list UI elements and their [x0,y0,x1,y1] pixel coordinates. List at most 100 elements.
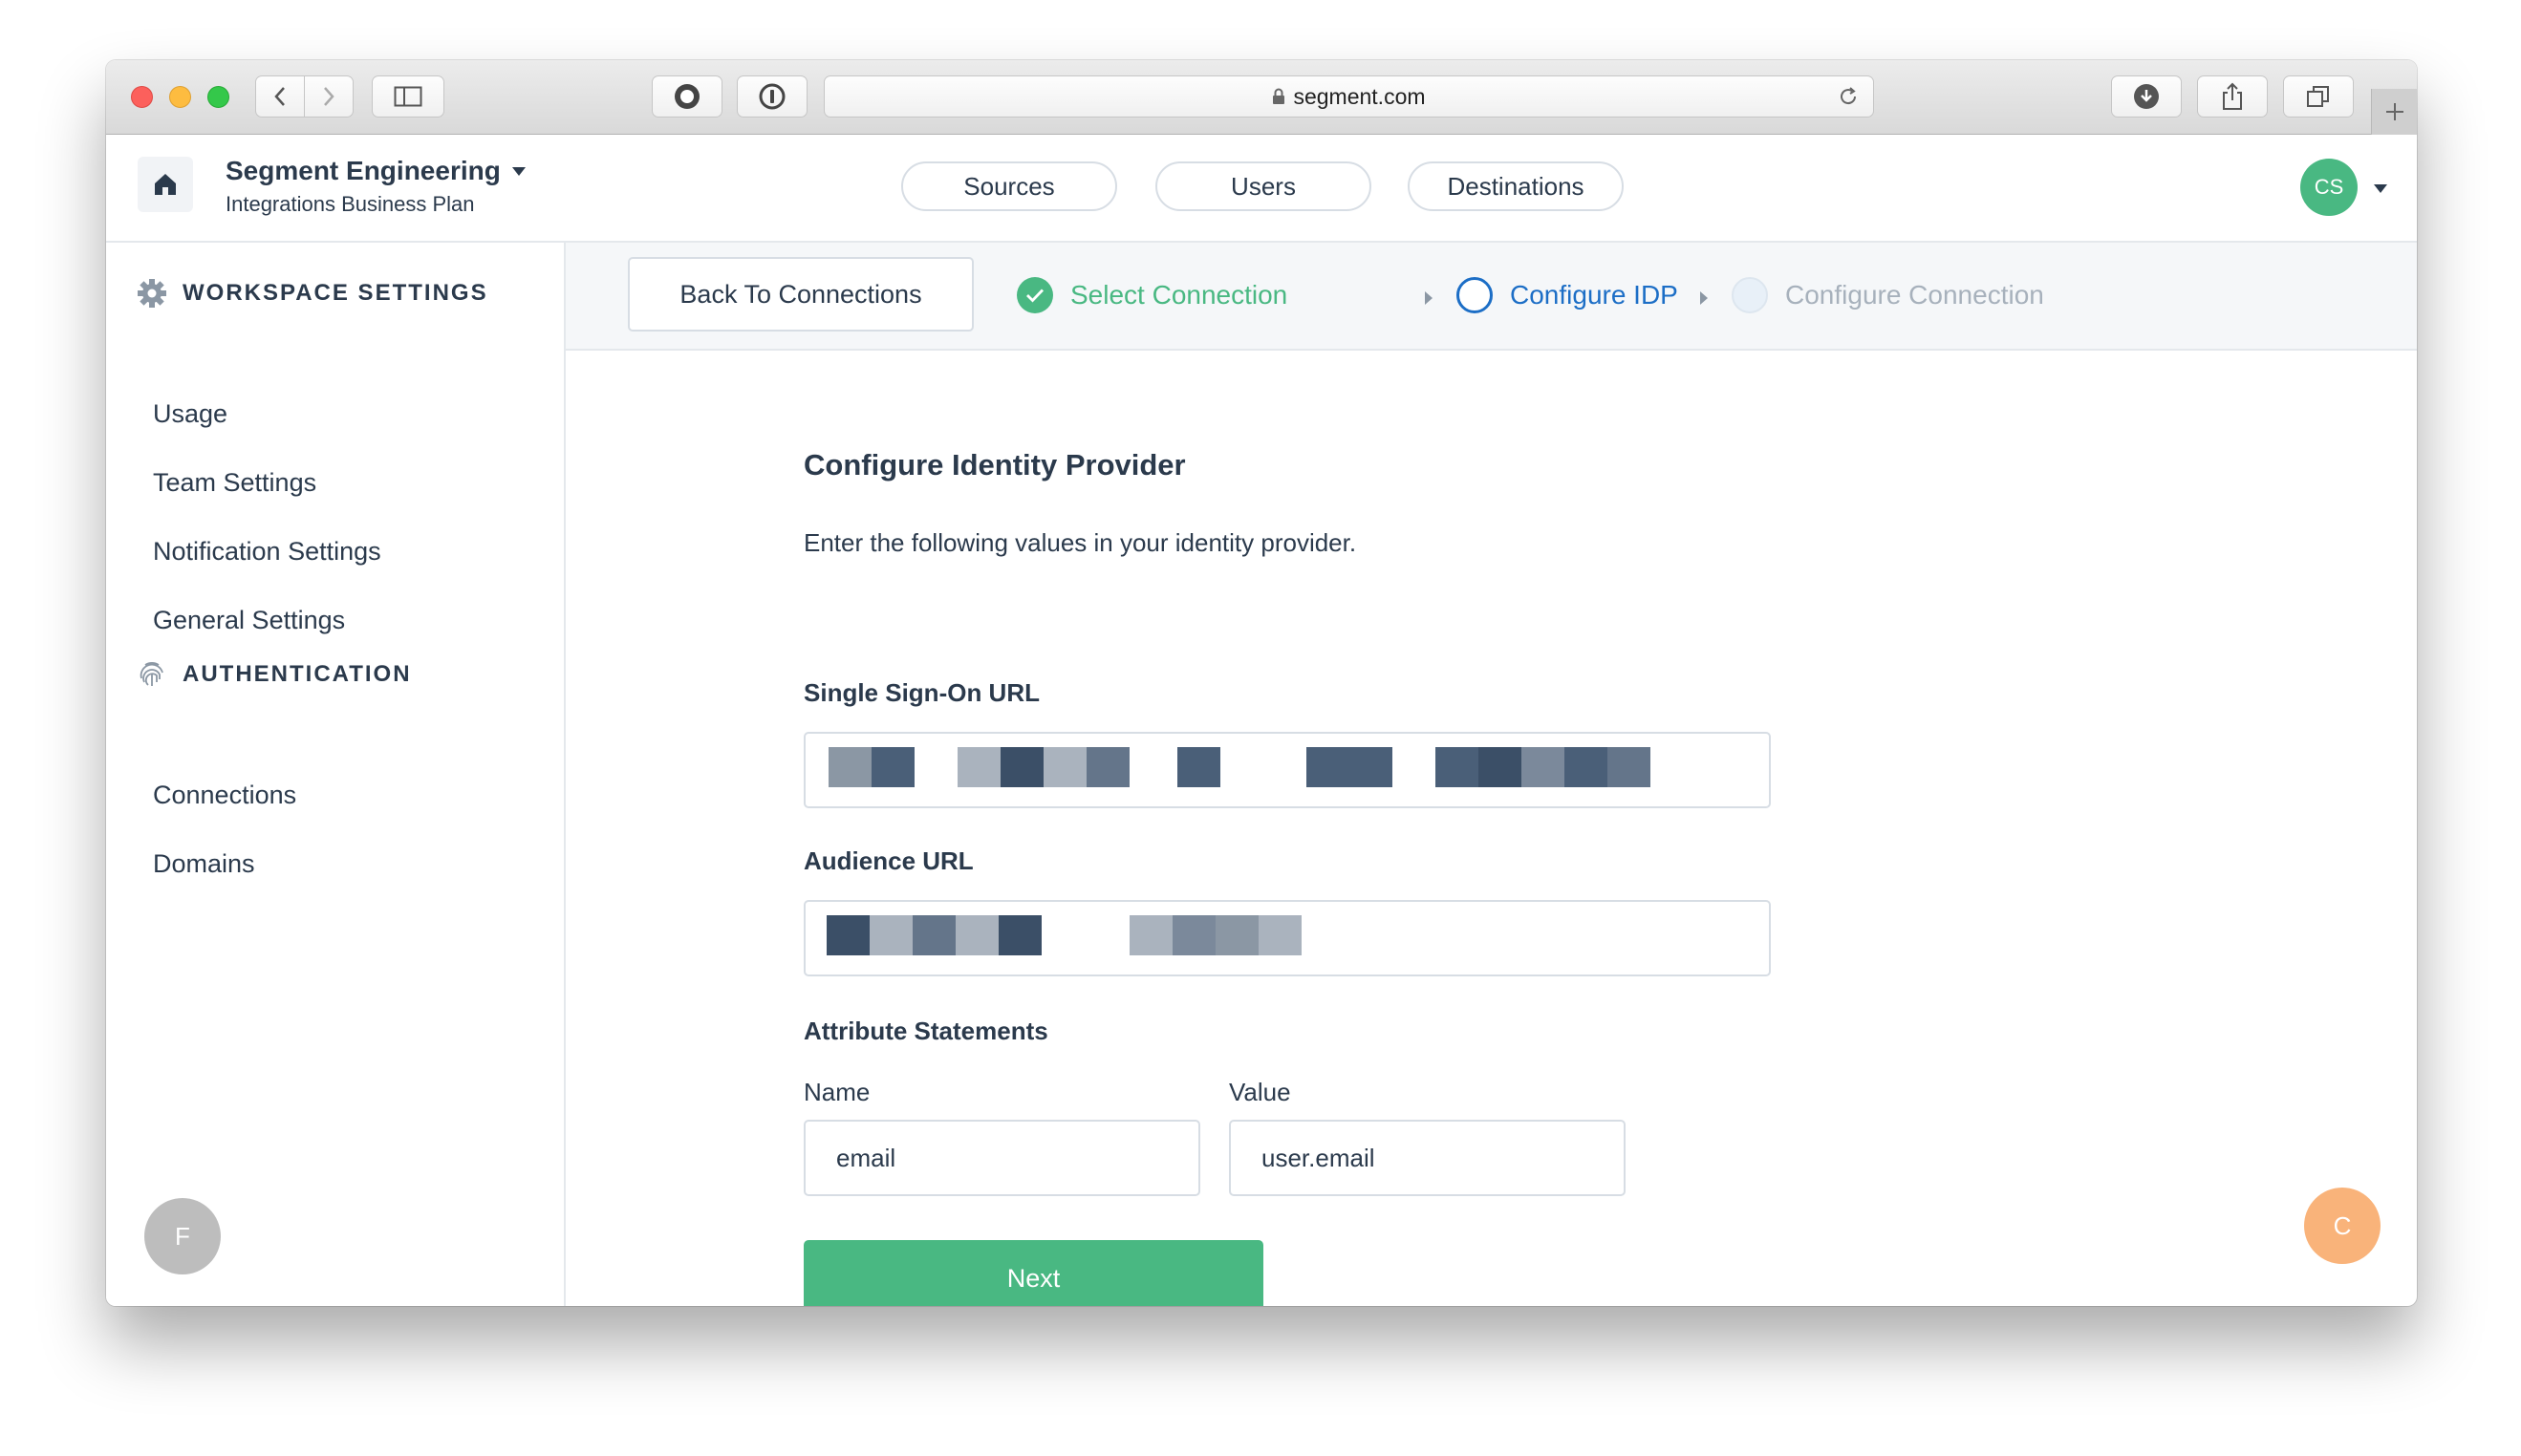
redacted-block [956,915,999,955]
tab-overview-button[interactable] [2283,75,2354,118]
profile-avatar[interactable]: F [144,1198,221,1274]
sidebar-item-domains[interactable]: Domains [153,849,255,879]
zoom-window-button[interactable] [207,86,229,108]
sidebar-icon [394,86,422,107]
step-label: Configure IDP [1510,280,1678,310]
user-avatar[interactable]: CS [2300,159,2358,216]
nav-users-button[interactable]: Users [1155,161,1371,211]
redacted-block [1173,915,1216,955]
share-icon [2223,82,2242,110]
keyhole-icon [759,83,786,110]
step-configure-connection: Configure Connection [1732,277,2044,313]
redacted-block [1478,747,1521,787]
step-arrow-icon [1700,291,1708,305]
url-text: segment.com [1293,83,1426,109]
active-step-icon [1456,277,1493,313]
redacted-block [1001,747,1044,787]
stepper-bar: Back To Connections Select Connection Co… [566,243,2417,351]
step-arrow-icon [1425,291,1433,305]
caret-down-icon [511,166,526,176]
workspace-plan: Integrations Business Plan [226,192,475,216]
authentication-label: AUTHENTICATION [183,661,412,687]
step-configure-idp[interactable]: Configure IDP [1456,277,1678,313]
redacted-block [829,747,872,787]
user-menu-caret-icon[interactable] [2374,184,2387,193]
attribute-name-label: Name [804,1078,871,1106]
chevron-left-icon [274,87,285,106]
new-tab-button[interactable] [2371,89,2417,135]
audience-url-field[interactable] [804,900,1771,976]
tabs-icon [2307,86,2329,107]
nav-sources-button[interactable]: Sources [901,161,1117,211]
close-window-button[interactable] [131,86,153,108]
password-manager-button[interactable] [737,75,808,118]
attribute-statements-label: Attribute Statements [804,1017,1048,1045]
step-select-connection[interactable]: Select Connection [1017,277,1287,313]
fingerprint-icon [140,662,163,686]
workspace-settings-label: WORKSPACE SETTINGS [183,280,488,306]
attribute-name-input[interactable] [804,1120,1200,1196]
redacted-block [1521,747,1564,787]
redacted-block [1044,747,1087,787]
redacted-block [1435,747,1478,787]
record-icon [675,84,700,109]
main-content: Configure Identity Provider Enter the fo… [566,351,2417,1306]
sidebar-item-general-settings[interactable]: General Settings [153,606,345,635]
redacted-block [1177,747,1220,787]
sidebar-item-team-settings[interactable]: Team Settings [153,468,316,498]
back-button[interactable] [255,75,305,118]
step-label: Configure Connection [1785,280,2044,310]
forward-button[interactable] [304,75,354,118]
redacted-block [870,915,913,955]
gear-icon [138,279,166,308]
downloads-button[interactable] [2111,75,2182,118]
redacted-block [1607,747,1650,787]
sidebar-toggle-button[interactable] [372,75,444,118]
plus-icon [2385,103,2403,120]
redacted-block [872,747,915,787]
redacted-block [1216,915,1259,955]
attribute-value-input[interactable] [1229,1120,1626,1196]
app-header: Segment Engineering Integrations Busines… [106,135,2417,243]
chevron-right-icon [324,87,334,106]
home-icon [155,174,176,195]
browser-window: segment.com Segment Engineering Integrat… [106,60,2417,1306]
authentication-heading: AUTHENTICATION [137,659,412,690]
redacted-block [1259,915,1302,955]
redacted-block [1564,747,1607,787]
chat-avatar[interactable]: C [2304,1188,2381,1264]
extension-button[interactable] [652,75,722,118]
redacted-block [1130,915,1173,955]
home-button[interactable] [138,157,193,212]
page-description: Enter the following values in your ident… [804,528,1357,557]
redacted-block [1306,747,1392,787]
next-button[interactable]: Next [804,1240,1263,1306]
page-title: Configure Identity Provider [804,448,1186,482]
redacted-block [958,747,1001,787]
redacted-block [827,915,870,955]
sidebar-item-notification-settings[interactable]: Notification Settings [153,537,381,567]
sidebar-item-usage[interactable]: Usage [153,399,227,429]
lock-icon [1273,88,1285,104]
pending-step-icon [1732,277,1768,313]
back-to-connections-button[interactable]: Back To Connections [628,257,974,332]
workspace-switcher[interactable]: Segment Engineering [226,156,526,186]
attribute-value-label: Value [1229,1078,1291,1106]
audience-url-label: Audience URL [804,846,974,875]
download-icon [2134,84,2159,109]
workspace-settings-heading: WORKSPACE SETTINGS [137,278,488,309]
redacted-block [999,915,1042,955]
share-button[interactable] [2197,75,2268,118]
settings-sidebar: WORKSPACE SETTINGS Usage Team Settings N… [106,243,566,1306]
sso-url-label: Single Sign-On URL [804,678,1040,707]
minimize-window-button[interactable] [169,86,191,108]
sso-url-field[interactable] [804,732,1771,808]
nav-destinations-button[interactable]: Destinations [1408,161,1624,211]
address-bar[interactable]: segment.com [824,75,1874,118]
browser-toolbar: segment.com [106,60,2417,135]
sidebar-item-connections[interactable]: Connections [153,781,296,810]
reload-icon[interactable] [1837,85,1860,108]
redacted-block [913,915,956,955]
workspace-name: Segment Engineering [226,156,501,185]
step-label: Select Connection [1070,280,1288,310]
